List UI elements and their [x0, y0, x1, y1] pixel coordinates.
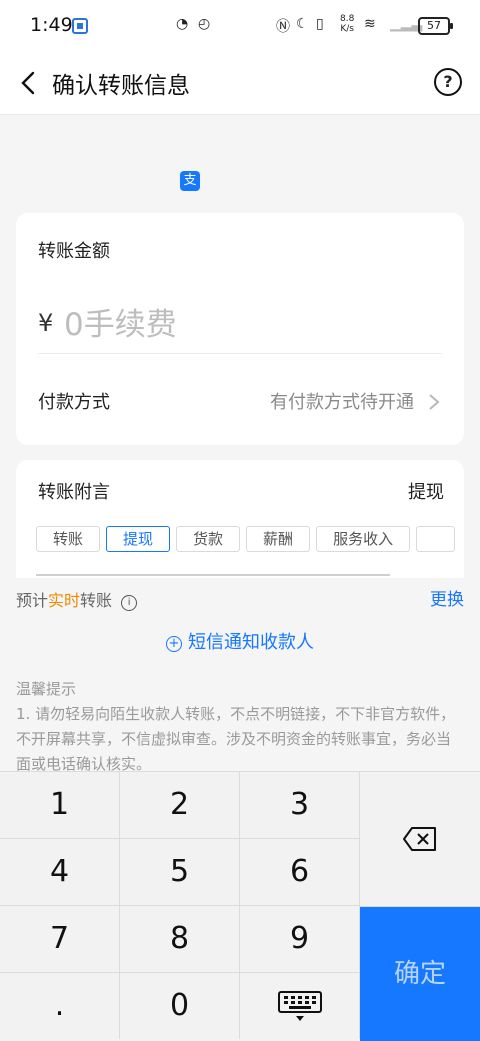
net-speed-unit: K/s: [340, 24, 354, 34]
amount-input[interactable]: 0手续费: [64, 299, 177, 344]
wifi-icon: ≋: [364, 16, 376, 32]
top-navigation: 确认转账信息 ?: [0, 52, 480, 115]
notification-icon: [72, 18, 88, 34]
remark-label: 转账附言: [38, 482, 110, 503]
chip-withdraw[interactable]: 提现: [106, 526, 171, 552]
key-6[interactable]: 6: [240, 839, 360, 906]
remark-chips: 转账 提现 货款 薪酬 服务收入: [36, 526, 461, 552]
plus-circle-icon: +: [166, 636, 182, 652]
key-8[interactable]: 8: [120, 906, 240, 973]
key-7[interactable]: 7: [0, 906, 120, 973]
remark-card: 转账附言 提现 转账 提现 货款 薪酬 服务收入: [16, 460, 464, 578]
payment-method-value[interactable]: 有付款方式待开通: [270, 388, 414, 414]
status-time: 1:49: [30, 14, 73, 36]
chevron-right-icon[interactable]: [424, 392, 444, 412]
alert-icon: ◔: [176, 16, 189, 32]
key-dot[interactable]: .: [0, 973, 120, 1039]
help-icon[interactable]: ?: [434, 68, 462, 96]
confirm-button[interactable]: 确定: [360, 907, 480, 1041]
key-2[interactable]: 2: [120, 772, 240, 839]
sms-notify-button[interactable]: + 短信通知收款人: [0, 628, 480, 654]
tips-title: 温馨提示: [16, 680, 77, 698]
key-9[interactable]: 9: [240, 906, 360, 973]
tips-body: 1. 请勿轻易向陌生收款人转账，不点不明链接，不下非官方软件，不开屏幕共享，不信…: [16, 705, 456, 773]
net-speed: 8.8 K/s: [340, 14, 354, 34]
change-button[interactable]: 更换: [430, 585, 464, 610]
status-bar: 1:49 ◔ ◴ Ⓝ ☾ ▯ 8.8 K/s ≋ ▁▂▃ 57: [0, 0, 480, 52]
divider: [38, 353, 442, 354]
estimate-highlight: 实时: [48, 591, 81, 610]
estimate-text: 预计实时转账 i: [16, 587, 138, 611]
amount-label: 转账金额: [38, 241, 110, 262]
currency-symbol: ¥: [38, 309, 54, 337]
key-1[interactable]: 1: [0, 772, 120, 839]
key-4[interactable]: 4: [0, 839, 120, 906]
speedometer-icon: ◴: [198, 16, 211, 32]
estimate-prefix: 预计: [16, 591, 49, 610]
amount-card: 转账金额 ¥ 0手续费 付款方式 有付款方式待开通: [16, 213, 464, 445]
chip-salary[interactable]: 薪酬: [246, 526, 311, 552]
page-title: 确认转账信息: [52, 73, 190, 99]
chip-more[interactable]: [416, 526, 455, 552]
chip-transfer[interactable]: 转账: [36, 526, 101, 552]
numeric-keypad: 1 2 3 4 5 6 7 8 9 . 0 确定: [0, 771, 480, 1041]
key-0[interactable]: 0: [120, 973, 240, 1039]
nfc-icon: Ⓝ: [276, 19, 290, 35]
net-speed-value: 8.8: [340, 14, 355, 24]
chip-goods-payment[interactable]: 货款: [176, 526, 241, 552]
moon-icon: ☾: [296, 16, 309, 32]
keyboard-icon: [277, 990, 322, 1021]
vibrate-icon: ▯: [316, 16, 324, 32]
back-icon[interactable]: [18, 70, 44, 96]
backspace-icon: [403, 827, 436, 851]
battery-indicator: 57: [418, 17, 453, 35]
chips-scrollbar[interactable]: [36, 574, 390, 576]
payment-method-label: 付款方式: [38, 392, 110, 413]
chip-service-income[interactable]: 服务收入: [316, 526, 411, 552]
key-3[interactable]: 3: [240, 772, 360, 839]
alipay-logo-icon: 支: [180, 171, 200, 191]
sms-notify-label: 短信通知收款人: [188, 632, 314, 653]
remark-value[interactable]: 提现: [408, 478, 444, 504]
info-icon[interactable]: i: [121, 595, 138, 611]
estimate-suffix: 转账: [80, 591, 113, 610]
keyboard-toggle[interactable]: [240, 973, 360, 1039]
key-5[interactable]: 5: [120, 839, 240, 906]
backspace-button[interactable]: [360, 772, 480, 907]
